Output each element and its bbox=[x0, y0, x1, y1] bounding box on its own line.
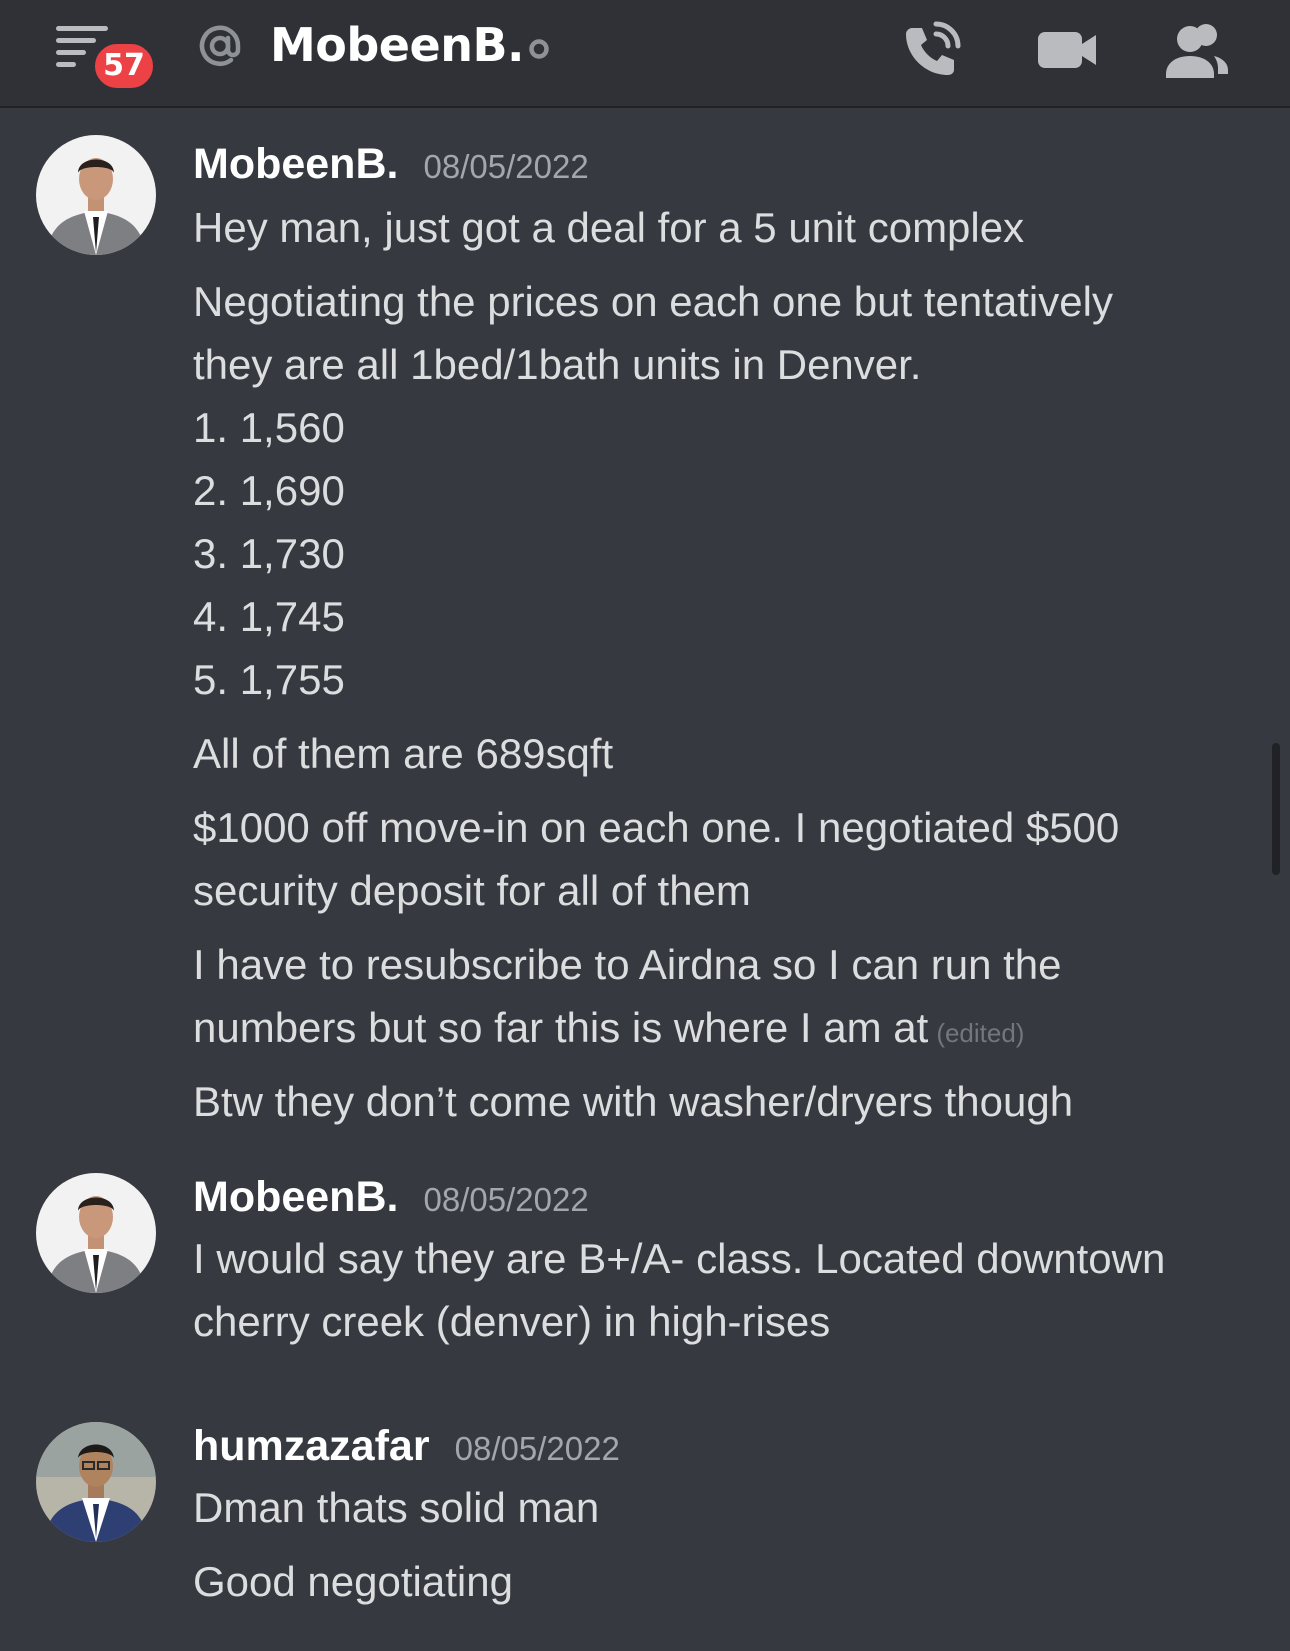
message-line: I have to resubscribe to Airdna so I can… bbox=[193, 941, 1062, 988]
message-list[interactable]: MobeenB. 08/05/2022 Hey man, just got a … bbox=[0, 108, 1290, 1651]
avatar[interactable] bbox=[36, 1173, 156, 1293]
at-sign-icon bbox=[199, 25, 241, 66]
timestamp: 08/05/2022 bbox=[423, 1181, 589, 1218]
message-line: 2. 1,690 bbox=[193, 467, 345, 514]
message-line: they are all 1bed/1bath units in Denver. bbox=[193, 341, 922, 388]
message-line: Negotiating the prices on each one but t… bbox=[193, 278, 1113, 325]
message-line: security deposit for all of them bbox=[193, 867, 751, 914]
message-line: 4. 1,745 bbox=[193, 593, 345, 640]
notification-badge: 57 bbox=[90, 39, 158, 93]
message-meta: humzazafar 08/05/2022 bbox=[193, 1422, 620, 1471]
offline-status-icon bbox=[529, 39, 549, 59]
chat-header: 57 MobeenB. bbox=[0, 0, 1290, 108]
timestamp: 08/05/2022 bbox=[423, 148, 589, 185]
author-name[interactable]: humzazafar bbox=[193, 1422, 430, 1470]
message-line: 1. 1,560 bbox=[193, 404, 345, 451]
message-line: 5. 1,755 bbox=[193, 656, 345, 703]
avatar[interactable] bbox=[36, 1422, 156, 1542]
scrollbar-thumb[interactable] bbox=[1272, 743, 1280, 875]
avatar-image bbox=[36, 135, 156, 255]
message-line: Good negotiating bbox=[193, 1558, 513, 1605]
channel-title: MobeenB. bbox=[270, 18, 525, 72]
message-line: All of them are 689sqft bbox=[193, 730, 614, 777]
message-meta: MobeenB. 08/05/2022 bbox=[193, 140, 589, 189]
avatar-image bbox=[36, 1173, 156, 1293]
author-name[interactable]: MobeenB. bbox=[193, 140, 398, 188]
message-line: numbers but so far this is where I am at… bbox=[193, 1002, 1024, 1059]
members-icon[interactable] bbox=[1162, 18, 1232, 82]
phone-call-icon[interactable] bbox=[900, 18, 970, 82]
avatar-image bbox=[36, 1422, 156, 1542]
video-camera-icon[interactable] bbox=[1032, 18, 1102, 82]
message-text: numbers but so far this is where I am at bbox=[193, 1004, 929, 1051]
avatar[interactable] bbox=[36, 135, 156, 255]
message-line: 3. 1,730 bbox=[193, 530, 345, 577]
edited-label: (edited) bbox=[936, 1018, 1025, 1048]
message-line: $1000 off move-in on each one. I negotia… bbox=[193, 804, 1120, 851]
message-line: Dman thats solid man bbox=[193, 1484, 600, 1531]
message-meta: MobeenB. 08/05/2022 bbox=[193, 1173, 589, 1222]
message-line: I would say they are B+/A- class. Locate… bbox=[193, 1235, 1166, 1282]
author-name[interactable]: MobeenB. bbox=[193, 1173, 398, 1221]
menu-button[interactable]: 57 bbox=[50, 18, 160, 93]
timestamp: 08/05/2022 bbox=[454, 1430, 620, 1467]
message-line: Hey man, just got a deal for a 5 unit co… bbox=[193, 204, 1025, 251]
message-line: cherry creek (denver) in high-rises bbox=[193, 1298, 831, 1345]
message-line: Btw they don’t come with washer/dryers t… bbox=[193, 1078, 1074, 1125]
